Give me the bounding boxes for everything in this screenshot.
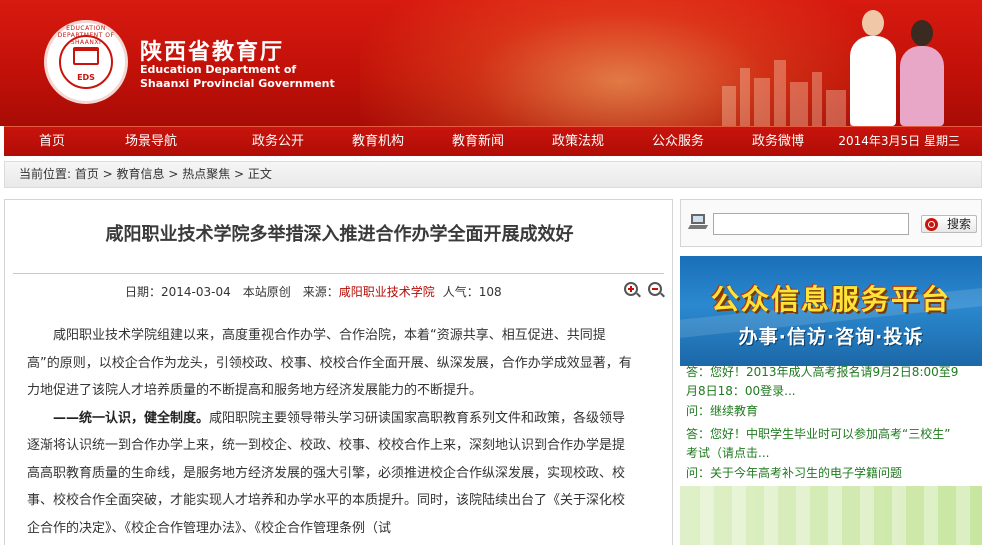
article-meta-prefix: 日期：2014-03-04 本站原创 来源：: [125, 285, 339, 299]
qa-answer[interactable]: 答：您好！2013年成人高考报名请9月2日8:00至9: [686, 366, 976, 382]
paragraph-heading: ——统一认识，健全制度。: [53, 410, 210, 426]
public-service-banner[interactable]: 公众信息服务平台 办事·信访·咨询·投诉: [680, 256, 982, 366]
current-date: 2014年3月5日 星期三: [838, 134, 960, 148]
search-input[interactable]: [713, 213, 909, 235]
nav-item-weibo[interactable]: 政务微博: [752, 127, 804, 157]
breadcrumb: 当前位置: 首页 > 教育信息 > 热点聚焦 > 正文: [4, 161, 982, 188]
student-male-head: [862, 10, 884, 36]
qa-answer[interactable]: 月8日18：00登录...: [686, 382, 976, 401]
qa-question[interactable]: 问：继续教育: [686, 402, 976, 421]
student-female: [900, 20, 944, 126]
article-panel: 咸阳职业技术学院多举措深入推进合作办学全面开展成效好 日期：2014-03-04…: [4, 199, 673, 545]
zoom-out-icon[interactable]: [648, 282, 662, 296]
nav-item-gov-affairs[interactable]: 政务公开: [252, 127, 304, 157]
department-emblem[interactable]: EDUCATION DEPARTMENT OF SHAANXI EDS: [44, 20, 128, 104]
article-paragraph: ——统一认识，健全制度。咸阳职院主要领导带头学习研读国家高职教育系列文件和政策，…: [27, 405, 637, 543]
computer-icon: [687, 214, 709, 230]
banner-subtitle: 办事·信访·咨询·投诉: [738, 326, 924, 348]
students-photo: [842, 6, 952, 126]
nav-item-scene[interactable]: 场景导航: [125, 127, 177, 157]
search-panel: 搜索: [680, 199, 982, 247]
qa-answer[interactable]: 考试（请点击...: [686, 444, 976, 463]
search-icon: [925, 218, 938, 231]
article-meta: 日期：2014-03-04 本站原创 来源：咸阳职业技术学院 人气：108: [125, 283, 502, 300]
main-nav: 首页 场景导航 政务公开 教育机构 教育新闻 政策法规 公众服务 政务微博 20…: [4, 126, 982, 156]
banner-title: 公众信息服务平台: [710, 283, 951, 316]
qa-list: 答：您好！2013年成人高考报名请9月2日8:00至9 月8日18：00登录..…: [680, 366, 982, 482]
paragraph-text: 咸阳职院主要领导带头学习研读国家高职教育系列文件和政策，各级领导逐渐将认识统一到…: [27, 410, 626, 536]
site-title-en-line2: Shaanxi Provincial Government: [140, 77, 335, 90]
breadcrumb-text[interactable]: 当前位置: 首页 > 教育信息 > 热点聚焦 > 正文: [19, 162, 272, 187]
student-male: [850, 10, 896, 126]
article-source-link[interactable]: 咸阳职业技术学院: [339, 285, 435, 299]
article-hits: 人气：108: [442, 285, 502, 299]
site-header: EDUCATION DEPARTMENT OF SHAANXI EDS 陕西省教…: [0, 0, 982, 126]
book-icon: [73, 47, 99, 65]
site-title-en-line1: Education Department of: [140, 63, 297, 76]
nav-item-public-service[interactable]: 公众服务: [652, 127, 704, 157]
qa-answer[interactable]: 答：您好！中职学生毕业时可以参加高考“三校生”: [686, 425, 976, 444]
article-body: 咸阳职业技术学院组建以来，高度重视合作办学、合作治院，本着“资源共享、相互促进、…: [27, 322, 637, 542]
qa-question[interactable]: 问：关于今年高考补习生的电子学籍问题: [686, 464, 976, 482]
nav-item-institutions[interactable]: 教育机构: [352, 127, 404, 157]
green-ad-banner[interactable]: [680, 486, 982, 545]
nav-item-policy[interactable]: 政策法规: [552, 127, 604, 157]
article-paragraph: 咸阳职业技术学院组建以来，高度重视合作办学、合作治院，本着“资源共享、相互促进、…: [27, 328, 632, 398]
article-title: 咸阳职业技术学院多举措深入推进合作办学全面开展成效好: [105, 224, 574, 245]
nav-item-home[interactable]: 首页: [39, 127, 65, 157]
title-divider: [13, 273, 664, 274]
nav-item-news[interactable]: 教育新闻: [452, 127, 504, 157]
zoom-in-icon[interactable]: [624, 282, 638, 296]
search-button-label: 搜索: [946, 217, 971, 231]
emblem-label: EDS: [77, 73, 95, 82]
site-title-cn[interactable]: 陕西省教育厅: [140, 34, 284, 66]
student-female-head: [911, 20, 933, 46]
search-button[interactable]: 搜索: [921, 215, 977, 233]
